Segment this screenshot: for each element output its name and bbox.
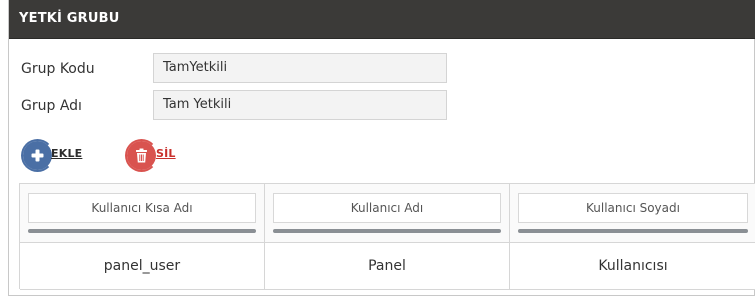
action-toolbar: EKLE SİL — [21, 138, 323, 174]
column-filter-bar[interactable] — [273, 229, 501, 233]
table-header: Kullanıcı Kısa Adı Kullanıcı Adı Kullanı… — [20, 184, 755, 243]
group-name-label: Grup Adı — [21, 98, 82, 114]
column-sort-short-name[interactable]: Kullanıcı Kısa Adı — [28, 193, 256, 223]
column-filter-bar[interactable] — [518, 229, 748, 233]
column-header-short-name: Kullanıcı Kısa Adı — [20, 184, 265, 243]
group-code-field[interactable]: TamYetkili — [153, 53, 447, 83]
yetki-grubu-panel: YETKİ GRUBU Grup Kodu TamYetkili Grup Ad… — [8, 0, 755, 296]
group-code-label: Grup Kodu — [21, 61, 95, 77]
cell-last-name: Kullanıcısı — [510, 243, 755, 290]
table-row[interactable]: panel_user Panel Kullanıcısı — [20, 243, 755, 290]
group-code-row: Grup Kodu TamYetkili — [9, 53, 754, 85]
panel-header: YETKİ GRUBU — [9, 0, 755, 39]
column-header-last-name: Kullanıcı Soyadı — [510, 184, 755, 243]
panel-title: YETKİ GRUBU — [19, 11, 120, 26]
group-name-field[interactable]: Tam Yetkili — [153, 90, 447, 120]
column-sort-last-name[interactable]: Kullanıcı Soyadı — [518, 193, 748, 223]
trash-icon — [127, 141, 156, 170]
column-filter-bar[interactable] — [28, 229, 256, 233]
delete-button-label: SİL — [156, 147, 176, 160]
column-sort-first-name[interactable]: Kullanıcı Adı — [273, 193, 501, 223]
delete-button[interactable]: SİL — [125, 138, 207, 174]
user-table: Kullanıcı Kısa Adı Kullanıcı Adı Kullanı… — [19, 183, 755, 290]
add-button-label: EKLE — [51, 147, 83, 160]
cell-short-name: panel_user — [20, 243, 265, 290]
column-header-first-name: Kullanıcı Adı — [265, 184, 510, 243]
group-name-row: Grup Adı Tam Yetkili — [9, 90, 754, 122]
add-button[interactable]: EKLE — [21, 138, 103, 174]
cell-first-name: Panel — [265, 243, 510, 290]
plus-icon — [23, 141, 52, 170]
